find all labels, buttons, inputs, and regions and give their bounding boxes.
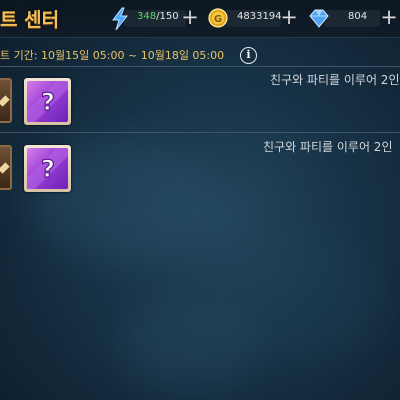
mission-description: 친구와 파티를 이루어 2인 [270, 73, 400, 87]
divider [0, 66, 400, 67]
add-gold-button[interactable]: + [280, 7, 298, 28]
reward-item-partial [0, 78, 12, 123]
svg-text:?: ? [41, 155, 55, 183]
page-title: 트 센터 [0, 9, 60, 31]
top-bar: 트 센터 348/150 + G 4833194 + 804 + [0, 0, 400, 38]
reward-item-partial [0, 145, 12, 190]
blue-gem-icon [309, 9, 329, 28]
info-icon[interactable]: i [240, 47, 257, 64]
purple-mystery-box-icon: ? [27, 81, 68, 122]
energy-resource: 348/150 + [110, 7, 205, 31]
gem-resource: 804 + [308, 7, 400, 29]
gem-value: 804 [348, 11, 368, 22]
divider [0, 132, 400, 133]
gold-value: 4833194 [237, 11, 282, 22]
add-energy-button[interactable]: + [181, 7, 199, 28]
svg-text:G: G [214, 14, 222, 25]
reward-item[interactable]: ? [24, 145, 71, 192]
add-gem-button[interactable]: + [380, 7, 398, 28]
gold-resource: G 4833194 + [207, 7, 302, 29]
background-texture [120, 300, 260, 390]
lightning-icon [112, 7, 129, 31]
mission-description: 친구와 파티를 이루어 2인 [263, 140, 393, 154]
event-period: 트 기간: 10월15일 05:00 ~ 10월18일 05:00 [0, 49, 225, 62]
svg-text:?: ? [41, 88, 55, 116]
reward-item[interactable]: ? [24, 78, 71, 125]
energy-value: 348/150 [137, 11, 179, 22]
purple-mystery-box-icon: ? [27, 148, 68, 189]
gold-coin-icon: G [208, 8, 228, 28]
